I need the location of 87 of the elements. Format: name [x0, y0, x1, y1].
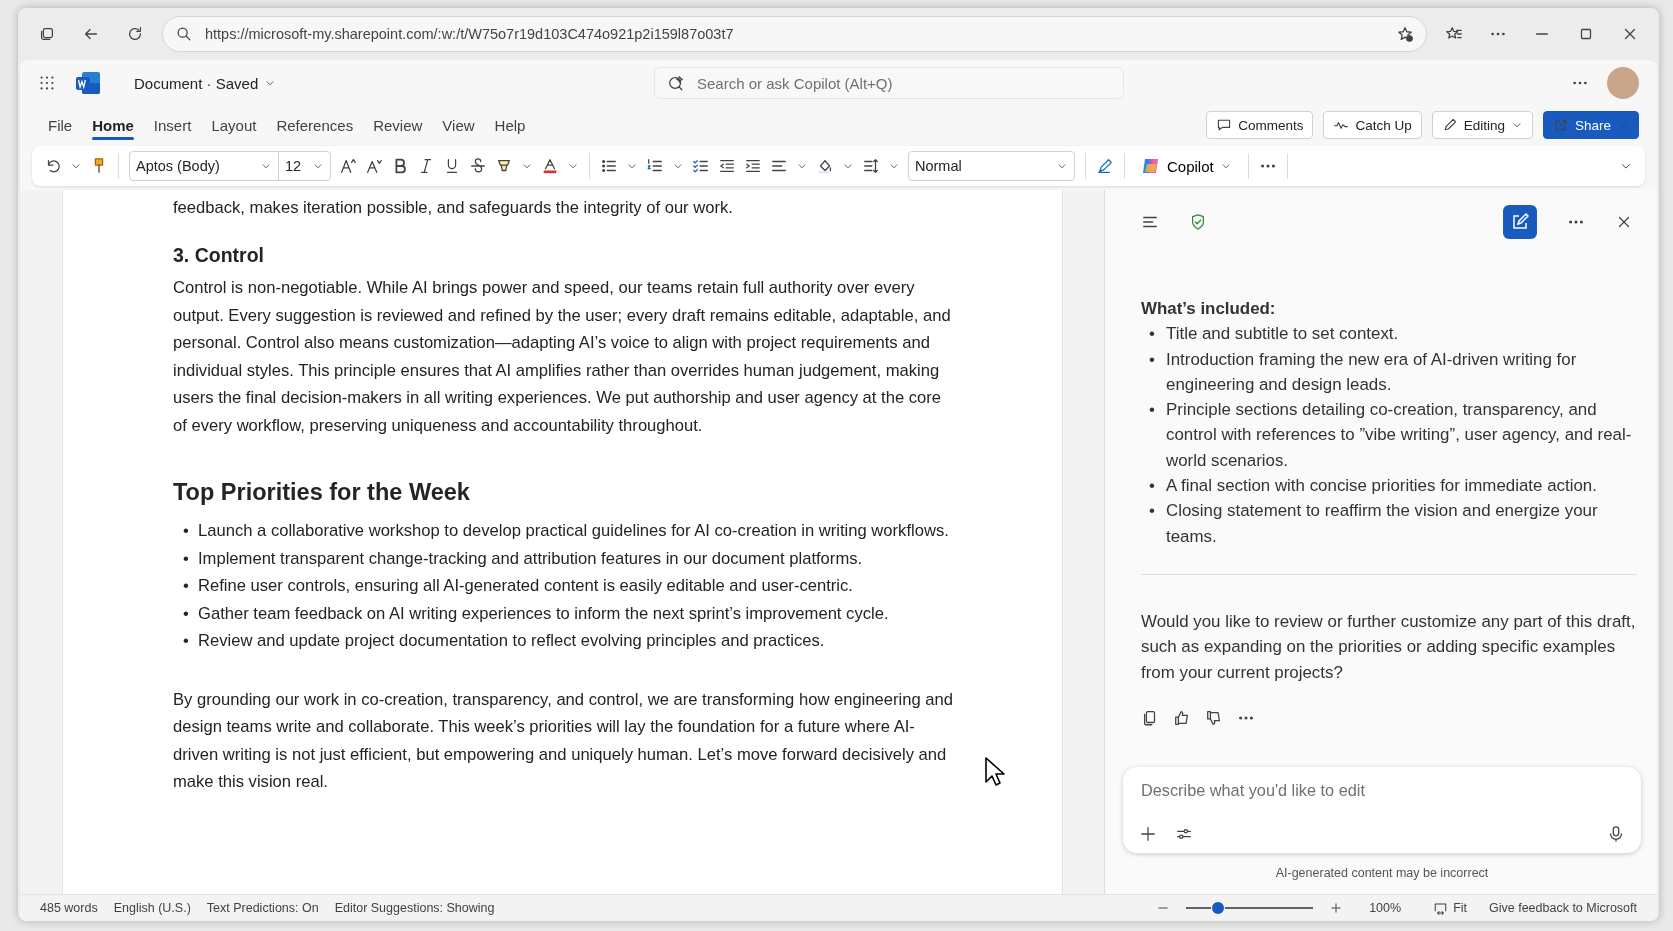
zoom-level[interactable]: 100%: [1369, 901, 1402, 915]
response-item: Principle sections detailing co-creation, transparency, and control with references to ”vibe writing”, user agency, and real-world scenarios.: [1166, 399, 1633, 472]
comment-icon: [1216, 117, 1233, 133]
style-dropdown[interactable]: Normal: [909, 152, 1074, 180]
app-launcher-icon[interactable]: [38, 74, 56, 92]
share-button[interactable]: Share: [1542, 111, 1639, 139]
ribbon-tab[interactable]: References: [268, 108, 362, 142]
ribbon-tab[interactable]: Insert: [145, 108, 200, 142]
paragraph: Control is non-negotiable. While AI brings power and speed, our teams retain full authority over every output. Every suggestion is reviewed and refined by the user; every draft remains editable, adaptable, and personal. Control also means customization—adapting AI’s voice to align with project requirements and individual styles. This principle ensures that AI amplifies rather than overrides human judgement, making users the final decision-makers in all writing experiences. We put authorship and user agency at the core of every workflow, preserving uniqueness and accountability throughout.: [173, 277, 952, 437]
response-text: Would you like to review or further customize any part of this draft, such as expanding on the priorities or adding specific examples from your current projects?: [1141, 610, 1637, 684]
status-item[interactable]: 485 words: [40, 901, 98, 915]
address-bar[interactable]: https://microsoft-my.sharepoint.com/:w:/t/W75o7r19d103C474o921p2i159l87o03t7: [162, 16, 1427, 52]
status-item[interactable]: Editor Suggestions: Showing: [334, 901, 495, 915]
new-chat-button[interactable]: [1503, 205, 1537, 239]
toolbar-button[interactable]: Comments: [1206, 111, 1314, 139]
fit-icon: [1433, 900, 1449, 916]
ribbon-tab[interactable]: View: [434, 108, 483, 142]
bullet-item: Implement transparent change-tracking and attribution features in our document platforms.: [198, 547, 863, 570]
copilot-logo-icon: [1141, 156, 1161, 176]
response-item: Title and subtitle to set context.: [1166, 323, 1399, 346]
toolbar-button[interactable]: Editing: [1431, 111, 1533, 139]
chat-input-field[interactable]: Describe what you'd like to edit: [1139, 776, 1625, 805]
bullet-marker: •: [183, 575, 190, 597]
mouse-pointer-icon: [984, 756, 1006, 788]
bullet-item: Gather team feedback on AI writing experiences to inform the next sprint’s improvement cycle.: [198, 602, 889, 625]
bullet-marker: •: [1149, 500, 1156, 523]
response-item: Introduction framing the new era of AI-driven writing for engineering and design leads.: [1166, 348, 1578, 396]
increase-indent-icon[interactable]: [744, 157, 762, 175]
fit-button[interactable]: Fit: [1427, 899, 1473, 917]
search-icon: [175, 25, 193, 43]
bullet-marker: •: [1149, 348, 1156, 371]
bullets-icon[interactable]: [600, 157, 618, 175]
thumbs-up-icon[interactable]: [1173, 708, 1191, 727]
bullet-marker: •: [183, 547, 190, 570]
decrease-indent-icon[interactable]: [718, 157, 736, 175]
checklist-icon[interactable]: [692, 157, 710, 175]
status-item[interactable]: Text Predictions: On: [206, 901, 319, 915]
pen-icon[interactable]: [1096, 157, 1114, 175]
grow-font-icon[interactable]: [339, 157, 357, 175]
font-name-dropdown[interactable]: Aptos (Body): [130, 152, 278, 180]
bullet-item: Refine user controls, ensuring all AI-generated content is easily editable and user-centric.: [198, 575, 853, 597]
document-title[interactable]: Document · Saved: [128, 73, 283, 93]
bullet-item: Launch a collaborative workshop to develop practical guidelines for AI co-creation in writing workflows.: [198, 520, 949, 542]
search-input[interactable]: Search or ask Copilot (Alt+Q): [695, 70, 1111, 96]
zoom-slider-thumb[interactable]: [1210, 901, 1225, 915]
shrink-font-icon[interactable]: [365, 157, 383, 175]
word-logo-icon[interactable]: [74, 69, 102, 97]
response-item: Closing statement to reaffirm the vision and energize your teams.: [1166, 500, 1599, 548]
ribbon-tab[interactable]: Layout: [203, 108, 265, 142]
refresh-icon[interactable]: [126, 25, 144, 43]
thumbs-down-icon[interactable]: [1205, 708, 1223, 727]
ribbon-tab[interactable]: Review: [365, 108, 431, 142]
paragraph: feedback, makes iteration possible, and safeguards the integrity of our work.: [173, 197, 734, 219]
copilot-button[interactable]: Copilot: [1135, 155, 1238, 177]
font-color-icon[interactable]: [541, 157, 559, 175]
response-heading: What’s included:: [1141, 298, 1277, 320]
disclaimer-text: AI-generated content may be incorrect: [1274, 864, 1490, 882]
response-item: A final section with concise priorities for immediate action.: [1166, 475, 1597, 498]
star-plus-icon[interactable]: [1396, 25, 1414, 43]
ribbon-tab[interactable]: Home: [84, 108, 142, 142]
copilot-search-icon: [667, 74, 685, 92]
line-spacing-icon[interactable]: [862, 157, 880, 175]
chat-composer[interactable]: Describe what you'd like to edit: [1123, 766, 1641, 853]
bullet-marker: •: [1149, 475, 1156, 498]
compose-icon: [1510, 212, 1530, 232]
font-size-dropdown[interactable]: 12: [278, 152, 330, 180]
section-heading: 3. Control: [173, 242, 265, 268]
microphone-icon[interactable]: [1607, 824, 1625, 843]
bullet-item: Review and update project documentation to reflect evolving principles and practices.: [198, 630, 825, 652]
strikethrough-icon[interactable]: [469, 157, 487, 175]
bullet-marker: •: [183, 602, 190, 625]
add-icon[interactable]: [1139, 824, 1157, 843]
bullet-marker: •: [183, 520, 190, 542]
ribbon-tab[interactable]: File: [40, 108, 81, 142]
ribbon-tab[interactable]: Help: [486, 108, 534, 142]
bullet-marker: •: [1149, 323, 1156, 346]
paragraph: By grounding our work in co-creation, transparency, and control, we are transforming how engineering and design teams write and collaborate. This week’s priorities will lay the foundation for a future where AI-driven writing is not just efficient, but empowering and uniquely human. Let’s move forward decisively and make this vision real.: [173, 688, 955, 793]
shield-check-icon[interactable]: [1189, 213, 1207, 231]
tabs-icon[interactable]: [38, 25, 56, 43]
section-heading: Top Priorities for the Week: [173, 478, 471, 507]
search-field[interactable]: Search or ask Copilot (Alt+Q): [654, 67, 1124, 99]
toolbar-button[interactable]: Catch Up: [1323, 111, 1422, 139]
bullet-marker: •: [183, 630, 190, 652]
status-item[interactable]: English (U.S.): [113, 901, 191, 915]
bullet-marker: •: [1149, 399, 1156, 422]
feedback-link[interactable]: Give feedback to Microsoft: [1489, 901, 1637, 915]
shading-icon[interactable]: [816, 157, 834, 175]
